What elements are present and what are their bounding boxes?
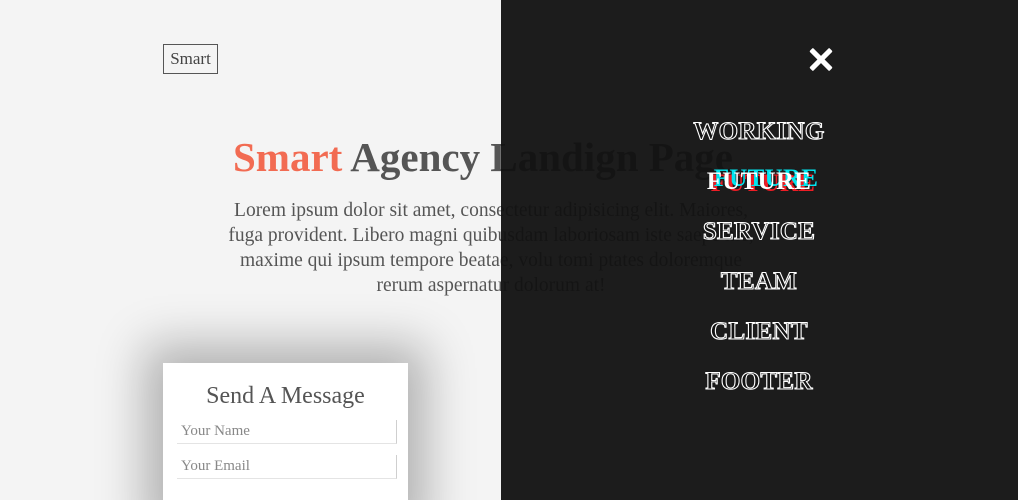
nav-link-client[interactable]: CLIENT [710, 317, 808, 347]
nav-link-future[interactable]: FUTURE [707, 167, 812, 197]
nav-item-working: WORKING [659, 117, 859, 167]
nav-link-team[interactable]: TEAM [720, 267, 797, 297]
nav-item-client: CLIENT [659, 317, 859, 367]
nav-item-team: TEAM [659, 267, 859, 317]
nav-link-footer[interactable]: FOOTER [705, 367, 813, 397]
message-form-title: Send A Message [206, 383, 365, 409]
nav-menu: WORKING FUTURE SERVICE TEAM CLIENT FOOTE… [659, 117, 859, 417]
close-icon[interactable] [808, 47, 834, 73]
name-input[interactable] [177, 420, 397, 444]
logo[interactable]: Smart [163, 44, 218, 74]
nav-item-footer: FOOTER [659, 367, 859, 417]
nav-link-service[interactable]: SERVICE [702, 217, 815, 247]
hero-title-accent: Smart [233, 134, 343, 180]
landing-page: Smart Smart Agency Landign Page Lorem ip… [0, 0, 1018, 500]
message-form: Send A Message [163, 363, 408, 500]
email-input[interactable] [177, 455, 397, 479]
nav-item-future: FUTURE [659, 167, 859, 217]
nav-item-service: SERVICE [659, 217, 859, 267]
nav-link-working[interactable]: WORKING [693, 117, 825, 147]
